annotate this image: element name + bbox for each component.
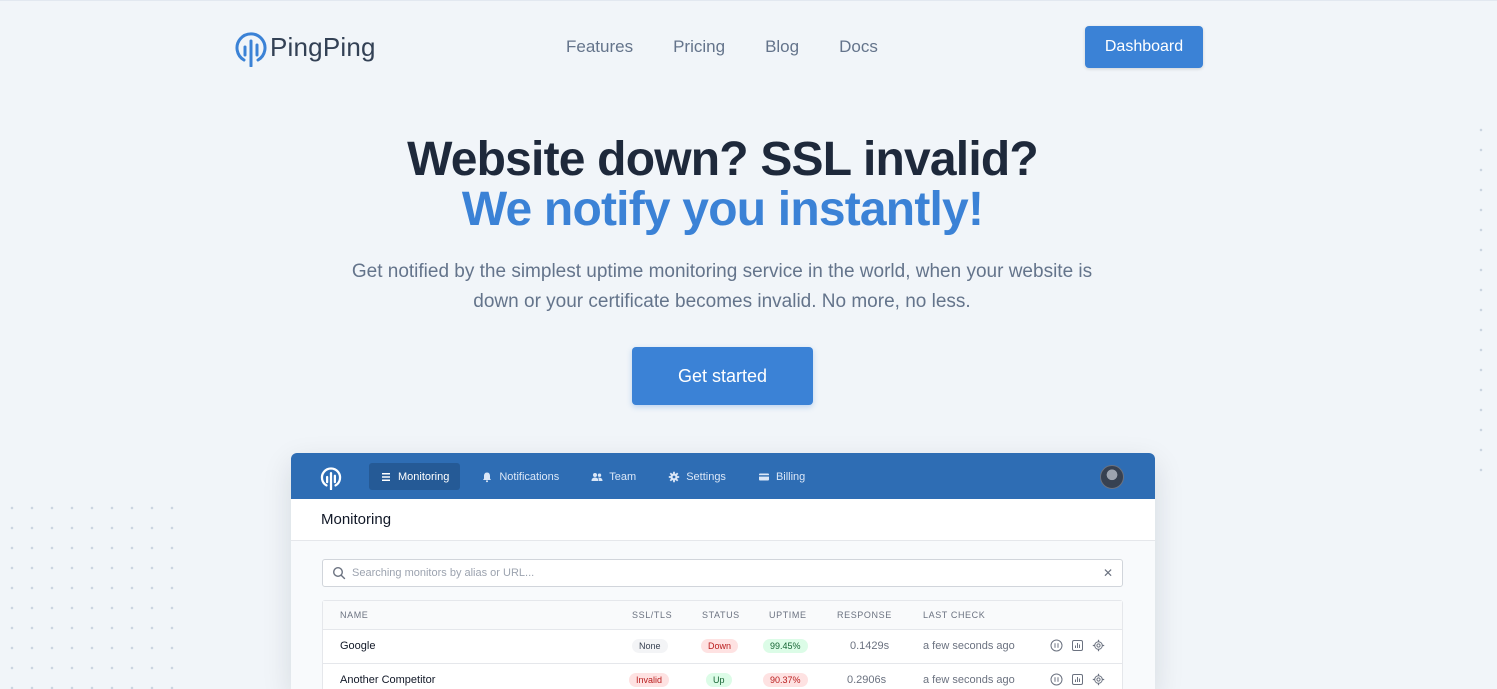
nav-blog[interactable]: Blog [765, 37, 799, 57]
app-nav-notifications[interactable]: Notifications [470, 463, 570, 490]
col-name: NAME [340, 610, 369, 620]
nav-pricing[interactable]: Pricing [673, 37, 725, 57]
dot-pattern-right [1467, 116, 1497, 476]
response-time: 0.1429s [850, 640, 890, 652]
app-nav-label: Billing [775, 470, 806, 483]
app-preview: Monitoring Notifications Team Settings B… [291, 453, 1155, 689]
last-check: a few seconds ago [923, 640, 1015, 652]
chart-icon[interactable] [1071, 673, 1084, 686]
bell-icon [483, 472, 492, 482]
hero-title-line1: Website down? SSL invalid? [407, 133, 1039, 186]
uptime-badge: 90.37% [763, 673, 808, 687]
status-badge: Down [701, 639, 739, 653]
monitor-search: ✕ [322, 559, 1123, 587]
uptime-badge: 99.45% [763, 639, 808, 653]
app-nav-label: Team [609, 470, 637, 483]
response-time: 0.2906s [847, 674, 887, 686]
site-header: PingPing Features Pricing Blog Docs Dash… [0, 1, 1497, 93]
ssl-badge: Invalid [629, 673, 670, 687]
monitors-table: NAME SSL/TLS STATUS UPTIME RESPONSE LAST… [322, 600, 1123, 689]
ssl-badge: None [632, 639, 668, 653]
table-row[interactable]: Google None Down 99.45% 0.1429s a few se… [323, 630, 1122, 664]
clear-search-icon[interactable]: ✕ [1103, 566, 1113, 580]
pause-icon[interactable] [1050, 639, 1063, 652]
users-icon [591, 472, 603, 481]
col-ssl: SSL/TLS [632, 610, 673, 620]
table-header: NAME SSL/TLS STATUS UPTIME RESPONSE LAST… [323, 601, 1122, 630]
hero-title-line2: We notify you instantly! [461, 183, 984, 236]
gear-icon[interactable] [1092, 639, 1105, 652]
app-nav-billing[interactable]: Billing [747, 463, 816, 490]
pingping-logo-icon [235, 32, 267, 67]
app-nav-label: Settings [686, 470, 726, 483]
hero-subtitle: Get notified by the simplest uptime moni… [351, 261, 1093, 312]
monitor-name[interactable]: Another Competitor [340, 674, 435, 686]
app-page-header: Monitoring [291, 499, 1155, 541]
pause-icon[interactable] [1050, 673, 1063, 686]
status-badge: Up [706, 673, 732, 687]
nav-docs[interactable]: Docs [839, 37, 878, 57]
chart-icon[interactable] [1071, 639, 1084, 652]
app-logo-icon[interactable] [320, 464, 342, 490]
app-nav-label: Notifications [499, 470, 560, 483]
monitor-name[interactable]: Google [340, 640, 375, 652]
gear-icon[interactable] [1092, 673, 1105, 686]
gear-icon [668, 471, 680, 482]
col-uptime: UPTIME [769, 610, 807, 620]
col-last-check: LAST CHECK [923, 610, 986, 620]
nav-features[interactable]: Features [566, 37, 633, 57]
main-nav: Features Pricing Blog Docs [566, 37, 878, 57]
search-icon [332, 566, 346, 580]
app-nav-monitoring[interactable]: Monitoring [369, 463, 461, 490]
app-nav-settings[interactable]: Settings [657, 463, 737, 490]
list-icon [382, 472, 390, 481]
get-started-button[interactable]: Get started [632, 347, 813, 405]
card-icon [758, 473, 769, 480]
dashboard-button[interactable]: Dashboard [1085, 26, 1203, 68]
dot-pattern-left [0, 496, 180, 689]
last-check: a few seconds ago [923, 674, 1015, 686]
row-actions [1050, 639, 1105, 652]
col-response: RESPONSE [837, 610, 892, 620]
user-avatar[interactable] [1100, 465, 1124, 489]
row-actions [1050, 673, 1105, 686]
col-status: STATUS [702, 610, 740, 620]
logo-text: PingPing [270, 31, 376, 62]
app-nav: Monitoring Notifications Team Settings B… [369, 463, 816, 490]
search-input[interactable] [352, 567, 1103, 579]
app-navbar: Monitoring Notifications Team Settings B… [291, 453, 1155, 499]
app-nav-team[interactable]: Team [580, 463, 647, 490]
app-page-title: Monitoring [321, 511, 392, 528]
logo[interactable]: PingPing [234, 27, 376, 67]
app-nav-label: Monitoring [398, 470, 450, 483]
table-row[interactable]: Another Competitor Invalid Up 90.37% 0.2… [323, 664, 1122, 689]
hero-title: Website down? SSL invalid? We notify you… [0, 135, 1445, 235]
